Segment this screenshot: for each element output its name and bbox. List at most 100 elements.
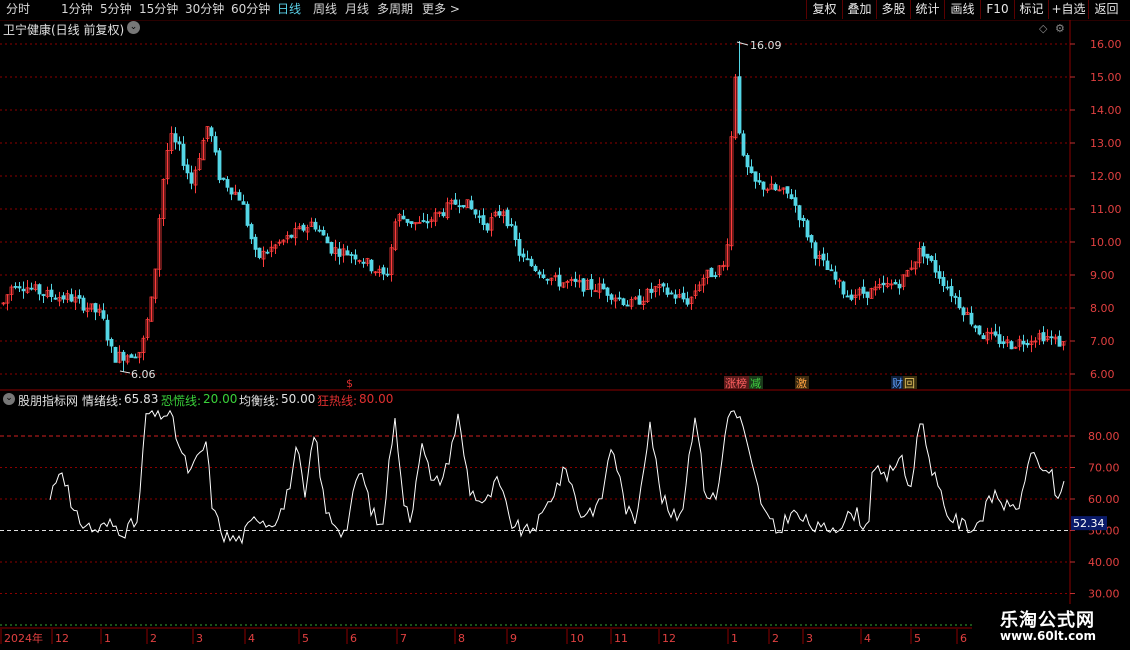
grid-lines bbox=[0, 20, 1130, 650]
candle-body bbox=[93, 303, 98, 313]
candle-body bbox=[53, 297, 58, 300]
candle-body bbox=[953, 295, 958, 298]
candle-body bbox=[761, 181, 766, 190]
date-tick-label: 6 bbox=[960, 632, 967, 645]
candle-body bbox=[225, 179, 230, 188]
candle-body bbox=[505, 209, 510, 227]
indicator-series bbox=[0, 409, 1070, 545]
indicator-tick-label: 60.00 bbox=[1088, 493, 1120, 506]
candle-body bbox=[825, 260, 830, 271]
candle-body bbox=[461, 205, 466, 208]
candle-body bbox=[349, 254, 354, 256]
candle-body bbox=[245, 203, 250, 226]
date-tick-label: 2 bbox=[772, 632, 779, 645]
candle-body bbox=[741, 133, 746, 156]
low-pointer bbox=[119, 370, 131, 374]
candle-body bbox=[713, 275, 718, 277]
date-tick-label: 1 bbox=[104, 632, 111, 645]
date-tick-label: 7 bbox=[400, 632, 407, 645]
candle-body bbox=[589, 279, 594, 290]
candle-body bbox=[453, 199, 458, 205]
event-cai: 财 bbox=[892, 376, 903, 390]
candle-body bbox=[977, 325, 982, 335]
candle-body bbox=[329, 242, 334, 254]
candle-body bbox=[237, 192, 242, 201]
current-value-label: 52.34 bbox=[1073, 517, 1105, 530]
candle-body bbox=[609, 294, 614, 300]
candle-body bbox=[881, 282, 886, 286]
candle-body bbox=[509, 224, 514, 226]
price-tick-label: 7.00 bbox=[1090, 335, 1115, 348]
candle-body bbox=[457, 205, 462, 208]
candle-body bbox=[745, 154, 750, 168]
candle-body bbox=[681, 292, 686, 300]
candle-body bbox=[173, 133, 178, 143]
date-tick-label: 12 bbox=[662, 632, 676, 645]
candle-body bbox=[257, 247, 262, 258]
candle-body bbox=[637, 295, 642, 305]
date-tick-label: 4 bbox=[864, 632, 871, 645]
candle-body bbox=[189, 172, 194, 184]
date-tick-label: 2 bbox=[150, 632, 157, 645]
candle-body bbox=[805, 220, 810, 238]
candle-body bbox=[925, 253, 930, 259]
candle-body bbox=[325, 236, 330, 244]
candle-body bbox=[497, 211, 502, 216]
candle-body bbox=[353, 254, 358, 260]
candle-body bbox=[981, 335, 986, 340]
candle-body bbox=[541, 274, 546, 278]
candle-body bbox=[81, 297, 86, 311]
candle-body bbox=[557, 274, 562, 287]
date-tick-label: 8 bbox=[458, 632, 465, 645]
candle-body bbox=[893, 282, 898, 285]
candle-body bbox=[605, 287, 610, 296]
date-tick-label: 12 bbox=[55, 632, 69, 645]
date-tick-label: 3 bbox=[196, 632, 203, 645]
candle-body bbox=[1041, 332, 1046, 342]
candle-body bbox=[1021, 340, 1026, 345]
candle-body bbox=[673, 294, 678, 299]
candle-body bbox=[921, 246, 926, 257]
price-tick-label: 12.00 bbox=[1090, 170, 1122, 183]
date-tick-label: 4 bbox=[248, 632, 255, 645]
candle-body bbox=[513, 225, 518, 241]
date-tick-label: 11 bbox=[614, 632, 628, 645]
candle-body bbox=[313, 221, 318, 230]
low-price-label: 6.06 bbox=[131, 368, 156, 381]
candle-body bbox=[17, 286, 22, 289]
candle-body bbox=[405, 218, 410, 223]
s-mark: $ bbox=[346, 377, 353, 390]
candle-body bbox=[185, 164, 190, 174]
candle-body bbox=[229, 187, 234, 195]
date-tick-label: 5 bbox=[914, 632, 921, 645]
indicator-tick-label: 40.00 bbox=[1088, 556, 1120, 569]
candle-body bbox=[833, 271, 838, 280]
price-tick-label: 14.00 bbox=[1090, 104, 1122, 117]
candle-body bbox=[177, 141, 182, 145]
price-tick-label: 11.00 bbox=[1090, 203, 1122, 216]
candle-body bbox=[973, 325, 978, 329]
candle-body bbox=[849, 294, 854, 300]
candle-body bbox=[109, 339, 114, 347]
candle-body bbox=[321, 230, 326, 236]
candle-body bbox=[941, 277, 946, 287]
date-tick-label: 2024年 bbox=[4, 631, 43, 645]
candle-body bbox=[105, 319, 110, 341]
candle-body bbox=[69, 294, 74, 302]
candle-body bbox=[533, 265, 538, 272]
candle-body bbox=[209, 127, 214, 137]
candle-body bbox=[945, 286, 950, 289]
candle-body bbox=[685, 298, 690, 305]
candle-body bbox=[253, 236, 258, 250]
candle-body bbox=[401, 215, 406, 220]
event-ji: 激 bbox=[796, 376, 807, 390]
stock-chart[interactable]: 16.0015.0014.0013.0012.0011.0010.009.008… bbox=[0, 0, 1130, 650]
candle-body bbox=[861, 286, 866, 294]
candle-body bbox=[485, 223, 490, 231]
candle-body bbox=[101, 310, 106, 319]
candle-body bbox=[545, 278, 550, 281]
price-tick-label: 13.00 bbox=[1090, 137, 1122, 150]
candle-body bbox=[441, 212, 446, 217]
candle-body bbox=[473, 209, 478, 215]
candle-body bbox=[581, 278, 586, 292]
